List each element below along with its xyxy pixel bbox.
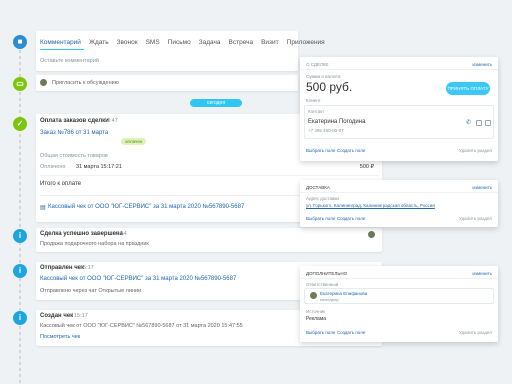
created-time: 15:17 xyxy=(74,313,88,319)
contact-phone: +7 495 460-00-07 xyxy=(308,128,344,133)
mail-icon[interactable] xyxy=(485,120,491,126)
select-field-link[interactable]: Выбрать поле xyxy=(306,330,335,335)
divider xyxy=(300,69,498,70)
tab-sms[interactable]: SMS xyxy=(146,39,160,46)
client-label: Клиент xyxy=(306,98,321,103)
create-field-link[interactable]: Создать поле xyxy=(337,148,365,153)
create-field-link[interactable]: Создать поле xyxy=(337,216,365,221)
deal-amount: 500 руб. xyxy=(306,80,353,94)
done-title: Сделка успешно завершена xyxy=(40,231,123,237)
delete-section-link[interactable]: Удалить раздел xyxy=(459,330,492,335)
avatar xyxy=(368,231,375,238)
additional-panel: ДОПОЛНИТЕЛЬНО изменить Ответственный Ека… xyxy=(300,266,498,342)
sent-receipt-link[interactable]: Кассовый чек от ООО "ЮГ-СЕРВИС" за 31 ма… xyxy=(40,276,236,282)
contact-name[interactable]: Екатерина Погодина xyxy=(308,119,365,125)
order-link[interactable]: Заказ №786 от 31 марта xyxy=(40,130,108,136)
invite-text: Пригласить к обсуждению xyxy=(52,80,119,86)
deal-edit-link[interactable]: изменить xyxy=(472,62,492,67)
payment-title: Оплата заказов сделки xyxy=(40,118,109,124)
tab-visit[interactable]: Визит xyxy=(261,39,279,46)
done-text: Продажа подарочного набора на праздник xyxy=(40,241,149,247)
created-title: Создан чек xyxy=(40,313,74,319)
sum-label: Итого к оплате xyxy=(40,181,81,187)
check-node-icon: ✓ xyxy=(13,117,27,131)
delivery-panel: ДОСТАВКА изменить Адрес доставки ул. Гор… xyxy=(300,180,498,227)
info-node-icon: i xyxy=(13,311,27,325)
activity-editor: Комментарий Ждать Звонок SMS Письмо Зада… xyxy=(36,31,325,71)
tab-email[interactable]: Письмо xyxy=(168,39,191,46)
contact-label: Контакт xyxy=(308,109,325,114)
comment-node-icon: ■ xyxy=(13,35,27,49)
source-label: Источник xyxy=(306,309,326,314)
view-receipt-link[interactable]: Посмотреть чек xyxy=(40,334,80,340)
paid-date: 31 марта 15:17:21 xyxy=(76,164,122,170)
tab-meeting[interactable]: Встреча xyxy=(229,39,254,46)
accept-payment-button[interactable]: ПРИНЯТЬ ОПЛАТУ xyxy=(446,82,490,95)
total-label: Общая стоимость товаров xyxy=(40,153,108,159)
delete-section-link[interactable]: Удалить раздел xyxy=(459,216,492,221)
active-tab-underline xyxy=(40,49,84,50)
tab-wait[interactable]: Ждать xyxy=(89,39,109,46)
sent-title: Отправлен чек xyxy=(40,265,85,271)
select-field-link[interactable]: Выбрать поле xyxy=(306,148,335,153)
info-node-icon: i xyxy=(13,229,27,243)
delivery-edit-link[interactable]: изменить xyxy=(472,185,492,190)
tab-comment[interactable]: Комментарий xyxy=(40,39,81,46)
divider xyxy=(40,175,378,176)
info-node-icon: i xyxy=(13,264,27,278)
tab-task[interactable]: Задача xyxy=(199,39,221,46)
amount-label: Сумма и валюта xyxy=(306,74,341,79)
responsible-role: менеджер xyxy=(320,297,339,302)
deal-done-card: Сделка успешно завершена 13:54 Продажа п… xyxy=(36,228,382,252)
paid-amount: 500 ₽ xyxy=(359,164,374,170)
avatar xyxy=(40,79,47,86)
sent-channel-text: Отправлено через чат Открытые линии xyxy=(40,288,142,294)
additional-header: ДОПОЛНИТЕЛЬНО xyxy=(306,271,348,276)
divider xyxy=(300,192,498,193)
source-value: Реклама xyxy=(306,316,327,322)
responsible-name[interactable]: Екатерина Епифанова xyxy=(320,291,367,296)
invite-card[interactable]: Пригласить к обсуждению xyxy=(36,75,298,91)
comment-input[interactable]: Оставьте комментарий xyxy=(40,58,99,64)
receipt-link[interactable]: Кассовый чек от ООО "ЮГ-СЕРВИС" за 31 ма… xyxy=(48,204,244,210)
tab-call[interactable]: Звонок xyxy=(117,39,138,46)
paid-label: Оплачено xyxy=(40,164,66,170)
payment-time: 13:47 xyxy=(104,118,118,124)
avatar xyxy=(310,292,317,299)
chat-icon[interactable] xyxy=(476,120,482,126)
phone-icon[interactable]: ✆ xyxy=(466,119,471,126)
deal-details-panel: О СДЕЛКЕ изменить Сумма и валюта 500 руб… xyxy=(300,57,498,161)
delivery-address[interactable]: ул. Горького, Калининград, Калининградск… xyxy=(306,203,435,208)
status-badge: оплачен xyxy=(121,130,147,148)
delete-section-link[interactable]: Удалить раздел xyxy=(459,148,492,153)
tab-apps[interactable]: Приложения xyxy=(287,39,325,46)
activity-tabs: Комментарий Ждать Звонок SMS Письмо Зада… xyxy=(40,39,333,46)
additional-edit-link[interactable]: изменить xyxy=(472,271,492,276)
done-time: 13:54 xyxy=(113,231,127,237)
address-label: Адрес доставки xyxy=(306,196,339,201)
divider xyxy=(300,278,498,279)
create-field-link[interactable]: Создать поле xyxy=(337,330,365,335)
delivery-header: ДОСТАВКА xyxy=(306,185,330,190)
document-icon: ▤ xyxy=(40,205,46,211)
select-field-link[interactable]: Выбрать поле xyxy=(306,216,335,221)
today-label: сегодня xyxy=(190,99,242,107)
invite-node-icon: ▭ xyxy=(13,77,27,91)
created-text: Кассовый чек от ООО "ЮГ-СЕРВИС" №567890-… xyxy=(40,323,243,329)
sent-time: 15:17 xyxy=(80,265,94,271)
responsible-label: Ответственный xyxy=(306,282,339,287)
deal-header: О СДЕЛКЕ xyxy=(306,62,329,67)
